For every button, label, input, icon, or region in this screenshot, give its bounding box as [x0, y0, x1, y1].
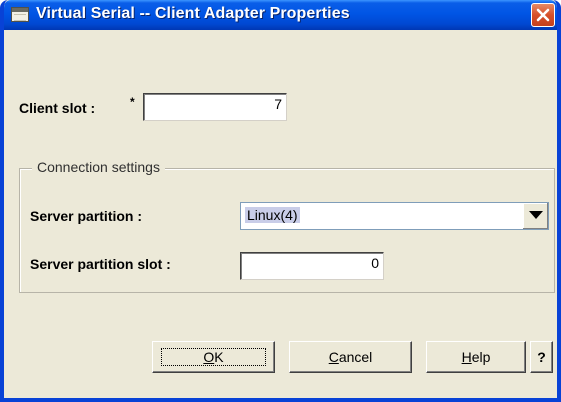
cancel-label-rest: ancel: [338, 349, 373, 365]
server-partition-dropdown[interactable]: Linux(4): [240, 202, 549, 230]
required-marker: *: [130, 95, 135, 109]
close-icon: [536, 8, 550, 22]
client-slot-field[interactable]: 7: [143, 93, 287, 121]
close-button[interactable]: [531, 3, 555, 27]
server-partition-slot-field[interactable]: 0: [240, 252, 384, 280]
ok-mnemonic: O: [203, 349, 215, 365]
chevron-down-icon: [529, 211, 543, 219]
cancel-mnemonic: C: [328, 349, 339, 365]
window-icon: [11, 7, 29, 22]
cancel-button[interactable]: Cancel: [289, 341, 412, 373]
server-partition-slot-label: Server partition slot :: [30, 256, 171, 272]
window-title: Virtual Serial -- Client Adapter Propert…: [36, 5, 350, 22]
server-partition-selected: Linux(4): [245, 207, 300, 223]
help-mnemonic: H: [461, 349, 472, 365]
connection-settings-legend: Connection settings: [32, 159, 165, 175]
client-slot-label: Client slot :: [19, 100, 96, 116]
dropdown-button[interactable]: [522, 203, 548, 229]
context-help-button[interactable]: ?: [530, 341, 553, 373]
title-bar[interactable]: Virtual Serial -- Client Adapter Propert…: [4, 0, 557, 30]
ok-label-rest: K: [214, 349, 224, 365]
ok-button[interactable]: OK: [152, 341, 275, 373]
help-label-rest: elp: [471, 349, 491, 365]
dialog-window: Virtual Serial -- Client Adapter Propert…: [0, 0, 561, 402]
help-button[interactable]: Help: [426, 341, 526, 373]
server-partition-label: Server partition :: [30, 208, 143, 224]
